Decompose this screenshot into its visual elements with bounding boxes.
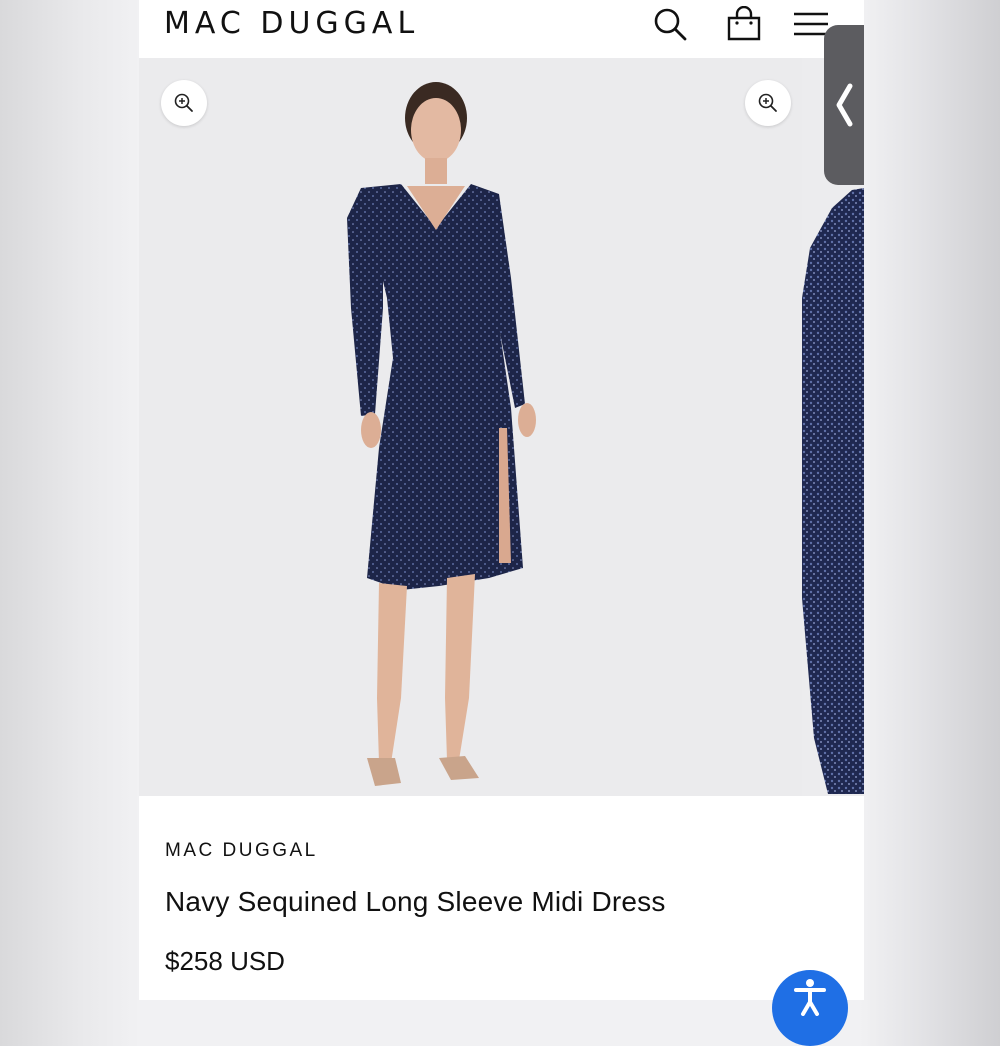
accessibility-icon [794, 979, 826, 1016]
zoom-in-icon[interactable] [745, 80, 791, 126]
product-price: $258 USD [165, 946, 285, 976]
site-header: MAC DUGGAL [139, 0, 864, 58]
product-page: MAC DUGGAL MAC DUGGAL Navy Sequined Long… [139, 0, 864, 1000]
zoom-in-icon[interactable] [161, 80, 207, 126]
shopping-bag-icon[interactable] [724, 5, 764, 42]
product-info: MAC DUGGAL Navy Sequined Long Sleeve Mid… [139, 796, 864, 1000]
brand-logo[interactable]: MAC DUGGAL [164, 6, 419, 42]
model-in-dress-image [347, 82, 536, 786]
product-brand[interactable]: MAC DUGGAL [165, 840, 318, 862]
product-image-main[interactable] [139, 58, 802, 796]
product-image-gallery[interactable] [139, 58, 864, 796]
chevron-left-icon [836, 83, 853, 127]
product-title: Navy Sequined Long Sleeve Midi Dress [165, 886, 666, 917]
accessibility-button[interactable] [772, 970, 848, 1046]
search-icon[interactable] [651, 6, 691, 42]
side-drawer-tab[interactable] [824, 25, 864, 185]
